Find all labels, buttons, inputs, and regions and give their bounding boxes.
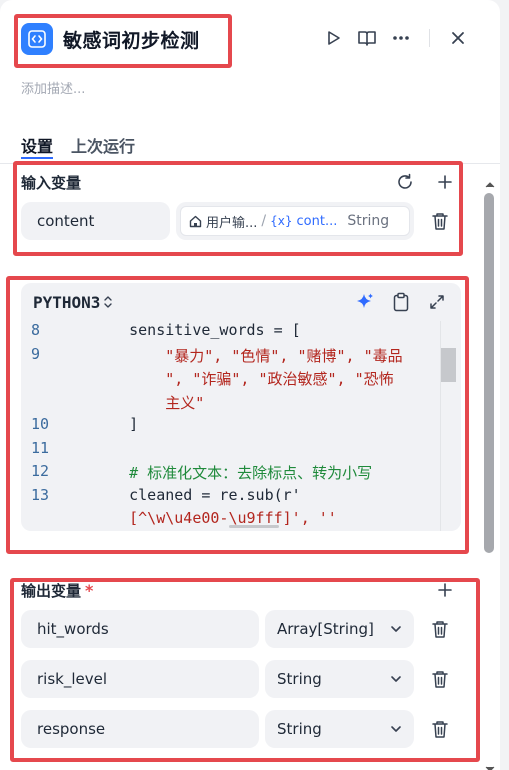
output-variables-title: 输出变量 bbox=[21, 582, 82, 600]
code-editor[interactable]: PYTHON3 8 sensitive_words = [ 9 "暴力", "色情… bbox=[21, 283, 461, 531]
output-var-name[interactable]: response bbox=[21, 710, 259, 748]
input-var-name[interactable]: content bbox=[21, 202, 170, 240]
tab-bar: 设置 上次运行 bbox=[21, 128, 153, 164]
code-node-icon bbox=[21, 23, 53, 55]
code-actions bbox=[353, 290, 449, 314]
code-token: cleaned = re.sub(r' bbox=[93, 485, 301, 504]
header-divider bbox=[429, 29, 430, 47]
code-horizontal-scroll-thumb[interactable] bbox=[229, 525, 279, 528]
variable-name-label: cont... bbox=[296, 213, 338, 229]
line-number: 9 bbox=[31, 344, 41, 363]
input-variables-title: 输入变量 bbox=[21, 174, 82, 192]
tab-last-run[interactable]: 上次运行 bbox=[71, 133, 135, 159]
code-line: [^\w\u4e00-\u9fff]', '' bbox=[93, 509, 337, 527]
code-token: ", "诈骗", "政治敏感", "恐怖 bbox=[93, 370, 394, 388]
source-node-label: 用户输... bbox=[206, 215, 258, 231]
required-mark: * bbox=[85, 581, 94, 600]
input-var-source[interactable]: 用户输... / {x} cont... String bbox=[176, 202, 414, 240]
code-vertical-scroll-track bbox=[440, 321, 456, 531]
header-actions bbox=[321, 26, 470, 50]
code-token: "暴力", "色情", "赌博", "毒品 bbox=[93, 346, 403, 365]
code-editor-header: PYTHON3 bbox=[21, 283, 461, 321]
expand-icon[interactable] bbox=[425, 290, 449, 314]
line-number: 12 bbox=[31, 462, 50, 480]
ai-sparkle-icon[interactable] bbox=[353, 290, 377, 314]
scroll-down-icon[interactable] bbox=[485, 758, 495, 770]
chevron-down-icon bbox=[390, 625, 402, 633]
description-input[interactable]: 添加描述... bbox=[21, 78, 85, 97]
run-icon[interactable] bbox=[321, 26, 345, 50]
delete-output-icon[interactable] bbox=[429, 668, 451, 690]
code-line: sensitive_words = [ bbox=[93, 321, 301, 339]
output-var-type-select[interactable]: Array[String] bbox=[265, 610, 414, 648]
code-line: cleaned = re.sub(r' bbox=[93, 486, 301, 504]
output-var-type-select[interactable]: String bbox=[265, 710, 414, 748]
panel-scrollbar-thumb[interactable] bbox=[484, 193, 494, 553]
language-selector[interactable]: PYTHON3 bbox=[33, 293, 113, 312]
variable-reference[interactable]: 用户输... / {x} cont... String bbox=[180, 206, 410, 236]
line-number: 11 bbox=[31, 438, 50, 457]
output-var-type: String bbox=[277, 720, 322, 738]
variable-icon: {x} bbox=[270, 214, 293, 228]
code-token: sensitive_words = [ bbox=[93, 321, 301, 339]
code-token: 主义" bbox=[93, 393, 205, 412]
code-token: # 标准化文本：去除标点、转为小写 bbox=[93, 464, 373, 482]
line-number: 13 bbox=[31, 485, 50, 504]
docs-book-icon[interactable] bbox=[355, 26, 379, 50]
line-number: 10 bbox=[31, 415, 50, 433]
output-var-type: String bbox=[277, 670, 322, 688]
line-number: 8 bbox=[31, 321, 41, 339]
chevron-down-icon bbox=[390, 675, 402, 683]
delete-input-icon[interactable] bbox=[429, 210, 451, 232]
node-config-panel: 敏感词初步检测 添加描述... 设置 上次运行 输入变量 content 用户输… bbox=[0, 0, 500, 770]
delete-output-icon[interactable] bbox=[429, 718, 451, 740]
output-var-name[interactable]: risk_level bbox=[21, 660, 259, 698]
output-var-name[interactable]: hit_words bbox=[21, 610, 259, 648]
panel-header: 敏感词初步检测 bbox=[21, 22, 200, 56]
chevron-updown-icon bbox=[103, 295, 113, 309]
code-line: ] bbox=[93, 415, 138, 433]
path-separator: / bbox=[261, 213, 267, 229]
sync-icon[interactable] bbox=[393, 170, 417, 194]
language-label: PYTHON3 bbox=[33, 292, 101, 312]
home-icon bbox=[189, 215, 202, 228]
more-options-icon[interactable] bbox=[389, 26, 413, 50]
delete-output-icon[interactable] bbox=[429, 618, 451, 640]
code-line: 主义" bbox=[93, 392, 204, 413]
tab-settings[interactable]: 设置 bbox=[21, 133, 54, 159]
add-input-icon[interactable] bbox=[433, 170, 457, 194]
node-title[interactable]: 敏感词初步检测 bbox=[63, 26, 200, 53]
variable-type-label: String bbox=[347, 213, 390, 229]
chevron-down-icon bbox=[390, 725, 402, 733]
scroll-up-icon[interactable] bbox=[485, 174, 495, 193]
close-icon[interactable] bbox=[446, 26, 470, 50]
tab-divider bbox=[0, 163, 500, 164]
add-output-icon[interactable] bbox=[433, 578, 457, 602]
output-var-type-select[interactable]: String bbox=[265, 660, 414, 698]
code-line: "暴力", "色情", "赌博", "毒品 bbox=[93, 345, 403, 366]
code-line: # 标准化文本：去除标点、转为小写 bbox=[93, 462, 372, 483]
output-variables-header: 输出变量 * bbox=[21, 580, 93, 601]
code-line: ", "诈骗", "政治敏感", "恐怖 bbox=[93, 368, 394, 389]
code-content[interactable]: 8 sensitive_words = [ 9 "暴力", "色情", "赌博",… bbox=[21, 321, 461, 531]
code-token: [^\w\u4e00-\u9fff]', '' bbox=[93, 509, 337, 527]
code-token: ] bbox=[93, 415, 139, 433]
output-var-type: Array[String] bbox=[277, 620, 374, 638]
copy-clipboard-icon[interactable] bbox=[389, 290, 413, 314]
